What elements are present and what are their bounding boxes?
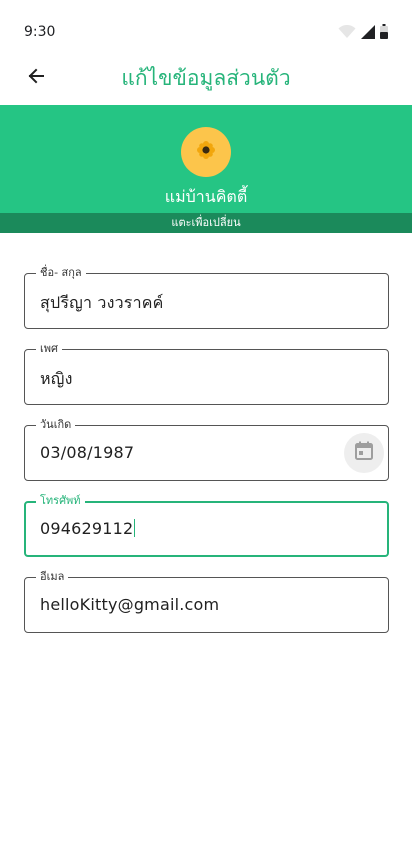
gender-label: เพศ [36,342,62,356]
flower-icon [197,141,215,163]
phone-value[interactable]: 094629112 [40,519,133,538]
change-photo-hint[interactable]: แตะเพื่อเปลี่ยน [0,213,412,233]
wifi-icon [338,24,356,43]
phone-field[interactable]: โทรศัพท์ 094629112 [24,494,389,557]
battery-icon [380,24,388,43]
phone-label: โทรศัพท์ [36,494,85,508]
birthdate-field[interactable]: วันเกิด 03/08/1987 [24,418,389,481]
status-time: 9:30 [24,24,56,40]
full-name-value[interactable]: สุปรีญา วงวราคค์ [40,291,164,316]
status-bar: 9:30 [0,0,412,64]
text-caret [134,519,136,537]
gender-value[interactable]: หญิง [40,367,73,392]
avatar [181,127,231,177]
app-bar: แก้ไขข้อมูลส่วนตัว [0,56,412,104]
date-picker-button[interactable] [344,433,384,473]
email-field[interactable]: อีเมล helloKitty@gmail.com [24,570,389,633]
phone-input-wrap[interactable]: 094629112 [40,519,136,538]
full-name-field[interactable]: ชื่อ- สกุล สุปรีญา วงวราคค์ [24,266,389,329]
calendar-icon [354,441,374,465]
birthdate-value[interactable]: 03/08/1987 [40,443,134,462]
status-icons [338,24,388,43]
gender-field[interactable]: เพศ หญิง [24,342,389,405]
email-label: อีเมล [36,570,69,584]
email-value[interactable]: helloKitty@gmail.com [40,595,219,614]
full-name-label: ชื่อ- สกุล [36,266,86,280]
page-title: แก้ไขข้อมูลส่วนตัว [121,66,291,90]
profile-photo-banner[interactable]: แม่บ้านคิตตี้ [0,105,412,213]
signal-icon [361,24,375,43]
profile-name: แม่บ้านคิตตี้ [164,187,248,206]
birthdate-label: วันเกิด [36,418,76,432]
